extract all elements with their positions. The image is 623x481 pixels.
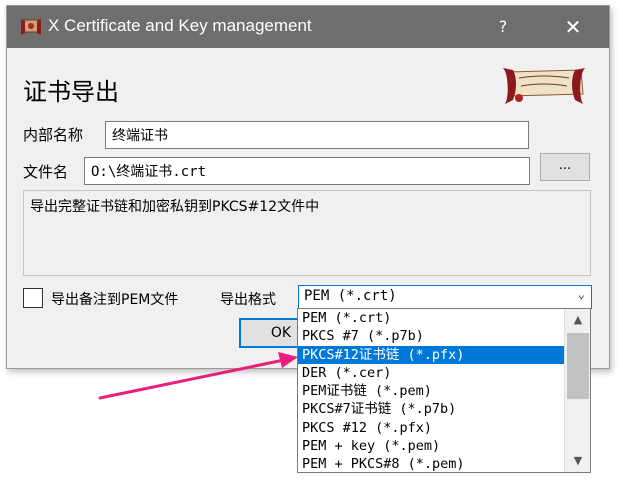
app-logo-icon (21, 19, 41, 35)
scroll-down-icon[interactable]: ▼ (565, 450, 590, 472)
format-select[interactable]: PEM (*.crt) ⌄ (298, 285, 592, 309)
xca-logo-icon (503, 68, 585, 104)
dropdown-option[interactable]: PKCS#7证书链 (*.p7b) (298, 400, 564, 418)
help-button[interactable]: ? (483, 12, 523, 42)
file-name-input[interactable]: O:\终端证书.crt (84, 157, 530, 185)
format-dropdown-list[interactable]: PEM (*.crt) PKCS #7 (*.p7b) PKCS#12证书链 (… (297, 308, 591, 473)
internal-name-input[interactable]: 终端证书 (105, 121, 529, 149)
page-title: 证书导出 (23, 78, 119, 106)
scrollbar-thumb[interactable] (567, 333, 589, 399)
browse-button[interactable]: ... (540, 153, 590, 181)
dropdown-option[interactable]: PKCS #7 (*.p7b) (298, 327, 564, 345)
file-name-label: 文件名 (23, 163, 69, 181)
dropdown-option-highlighted[interactable]: PKCS#12证书链 (*.pfx) (298, 345, 564, 364)
dropdown-options: PEM (*.crt) PKCS #7 (*.p7b) PKCS#12证书链 (… (298, 309, 564, 472)
dropdown-option[interactable]: DER (*.cer) (298, 364, 564, 382)
dropdown-option[interactable]: PEM证书链 (*.pem) (298, 382, 564, 400)
dropdown-option[interactable]: PEM + PKCS#8 (*.pem) (298, 455, 564, 472)
description-text: 导出完整证书链和加密私钥到PKCS#12文件中 (23, 190, 591, 276)
scroll-up-icon[interactable]: ▲ (565, 309, 590, 331)
dropdown-scrollbar[interactable]: ▲ ▼ (564, 309, 590, 472)
internal-name-label: 内部名称 (23, 126, 84, 144)
format-label: 导出格式 (220, 292, 276, 308)
close-button[interactable]: ✕ (553, 12, 593, 42)
pem-comment-label[interactable]: 导出备注到PEM文件 (51, 289, 178, 309)
format-select-value: PEM (*.crt) (304, 288, 397, 304)
dropdown-option[interactable]: PEM (*.crt) (298, 309, 564, 327)
title-bar[interactable]: X Certificate and Key management ? ✕ (7, 6, 609, 48)
dropdown-option[interactable]: PKCS #12 (*.pfx) (298, 419, 564, 437)
dropdown-option[interactable]: PEM + key (*.pem) (298, 437, 564, 455)
window-title: X Certificate and Key management (48, 16, 312, 35)
pem-comment-checkbox[interactable] (23, 288, 43, 308)
chevron-down-icon: ⌄ (577, 287, 585, 301)
